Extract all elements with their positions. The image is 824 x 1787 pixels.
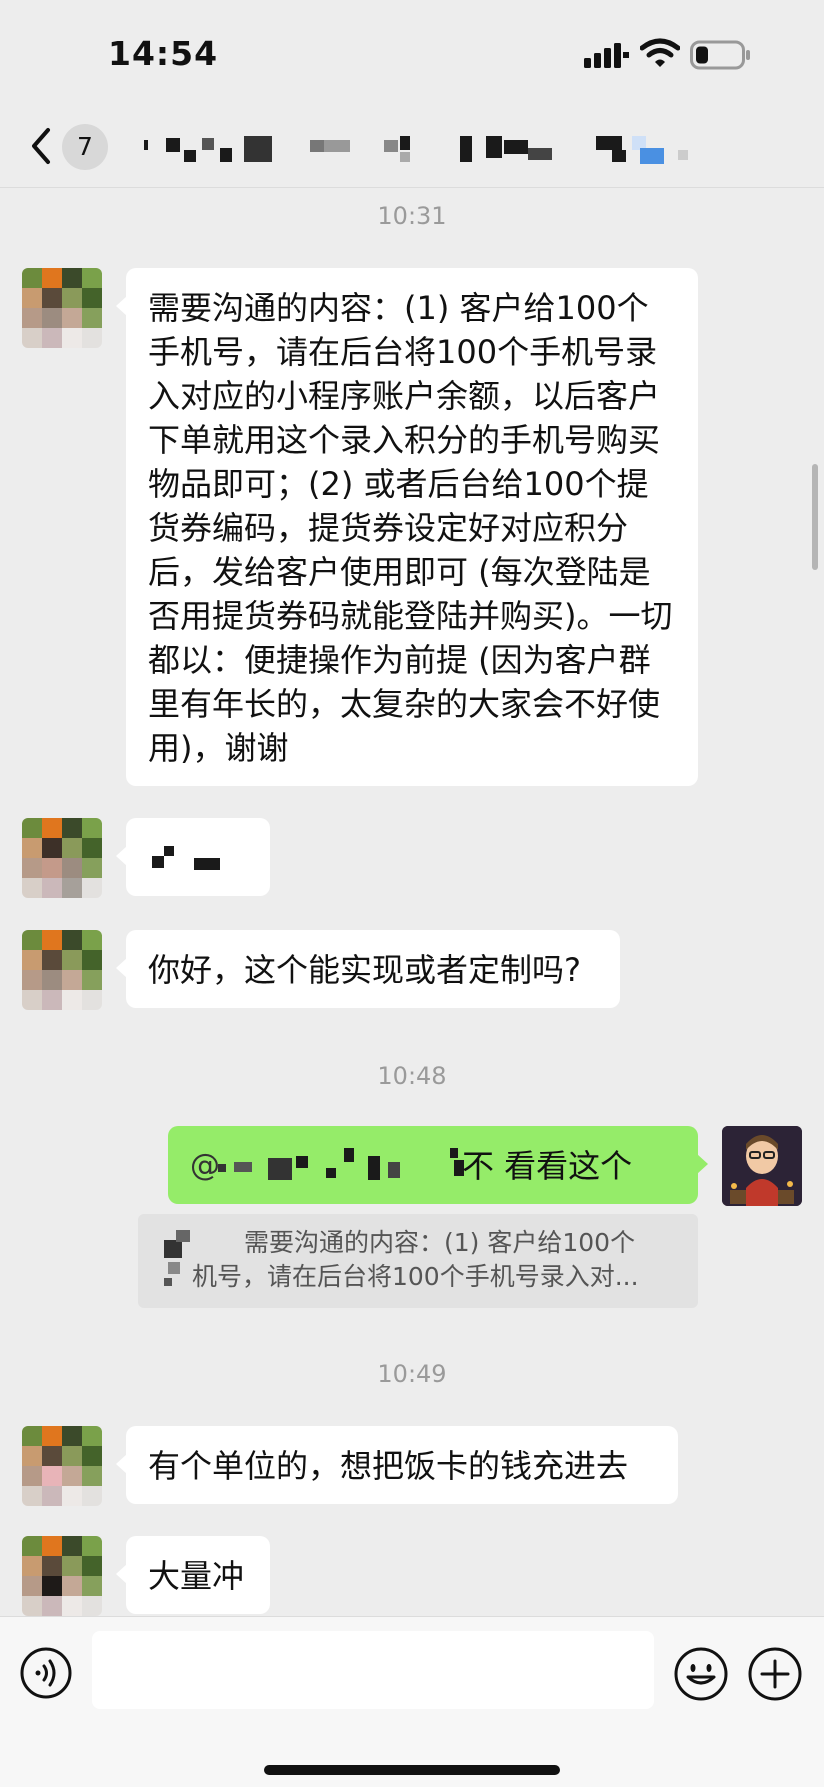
chat-header: 7 xyxy=(0,110,824,188)
mention-at-symbol: @ xyxy=(190,1148,220,1183)
cellular-signal-icon xyxy=(584,43,629,68)
status-bar: 14:54 xyxy=(0,0,824,110)
message-bubble[interactable]: 大量冲 xyxy=(116,1536,270,1614)
redacted-message-bubble[interactable] xyxy=(116,818,270,896)
wifi-icon xyxy=(640,38,680,67)
message-text-input[interactable] xyxy=(92,1631,654,1709)
message-bubble[interactable]: 需要沟通的内容：(1) 客户给100个手机号，请在后台将100个手机号录入对应的… xyxy=(116,268,698,786)
user-avatar-illustration xyxy=(722,1126,802,1206)
unread-count-badge[interactable]: 7 xyxy=(62,124,108,170)
message-timestamp: 10:31 xyxy=(377,202,447,230)
quoted-text-line: 需要沟通的内容：(1) 客户给100个 xyxy=(244,1228,636,1257)
voice-input-icon[interactable] xyxy=(20,1647,72,1699)
scrollbar[interactable] xyxy=(812,464,818,570)
contact-avatar[interactable] xyxy=(22,268,102,348)
home-indicator xyxy=(264,1765,560,1775)
sent-message-text: 不 看看这个 xyxy=(462,1147,633,1185)
contact-avatar[interactable] xyxy=(22,1426,102,1506)
contact-avatar[interactable] xyxy=(22,1536,102,1616)
message-bubble[interactable]: 你好，这个能实现或者定制吗? xyxy=(116,930,620,1008)
quoted-message[interactable]: 需要沟通的内容：(1) 客户给100个 机号，请在后台将100个手机号录入对..… xyxy=(138,1214,698,1308)
message-timestamp: 10:49 xyxy=(377,1360,447,1388)
contact-avatar[interactable] xyxy=(22,930,102,1010)
contact-avatar[interactable] xyxy=(22,818,102,898)
self-avatar[interactable] xyxy=(722,1126,802,1206)
emoji-icon[interactable] xyxy=(674,1647,728,1701)
chat-title-redacted xyxy=(140,132,700,166)
message-bubble[interactable]: 有个单位的，想把饭卡的钱充进去 xyxy=(116,1426,678,1504)
quoted-text-line: 机号，请在后台将100个手机号录入对... xyxy=(192,1262,639,1291)
plus-icon[interactable] xyxy=(748,1647,802,1701)
battery-icon xyxy=(690,40,750,70)
sent-message-bubble[interactable]: @ 不 看看这个 xyxy=(168,1126,708,1204)
message-timestamp: 10:48 xyxy=(377,1062,447,1090)
back-chevron-icon[interactable] xyxy=(28,126,56,166)
input-bar xyxy=(0,1616,824,1787)
status-time: 14:54 xyxy=(108,34,219,73)
